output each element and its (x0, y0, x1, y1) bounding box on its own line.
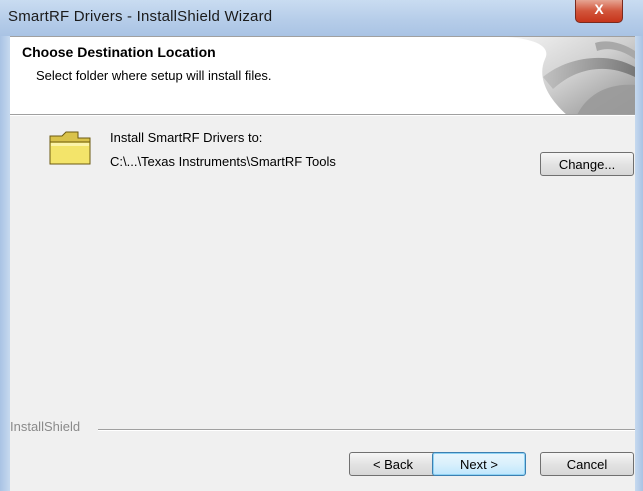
installshield-brand-label: InstallShield (10, 419, 81, 434)
install-destination-path: C:\...\Texas Instruments\SmartRF Tools (110, 154, 336, 169)
close-button[interactable]: X (575, 0, 623, 23)
window-frame-right (635, 36, 643, 491)
page-subtitle: Select folder where setup will install f… (36, 68, 272, 83)
window-frame-left (0, 36, 10, 491)
wizard-header: Choose Destination Location Select folde… (10, 36, 635, 115)
installshield-wizard-window: SmartRF Drivers - InstallShield Wizard X… (0, 0, 643, 491)
installshield-banner-icon (507, 37, 635, 115)
header-divider (10, 114, 635, 116)
back-button[interactable]: < Back (349, 452, 437, 476)
footer-divider (98, 429, 635, 431)
window-title: SmartRF Drivers - InstallShield Wizard (8, 8, 273, 25)
close-icon: X (594, 1, 604, 17)
wizard-client-area: Choose Destination Location Select folde… (10, 36, 635, 491)
change-button[interactable]: Change... (540, 152, 634, 176)
next-button[interactable]: Next > (432, 452, 526, 476)
page-title: Choose Destination Location (22, 44, 216, 60)
cancel-button[interactable]: Cancel (540, 452, 634, 476)
folder-icon (49, 131, 91, 165)
install-destination-label: Install SmartRF Drivers to: (110, 130, 263, 145)
title-bar[interactable]: SmartRF Drivers - InstallShield Wizard X (0, 0, 643, 36)
